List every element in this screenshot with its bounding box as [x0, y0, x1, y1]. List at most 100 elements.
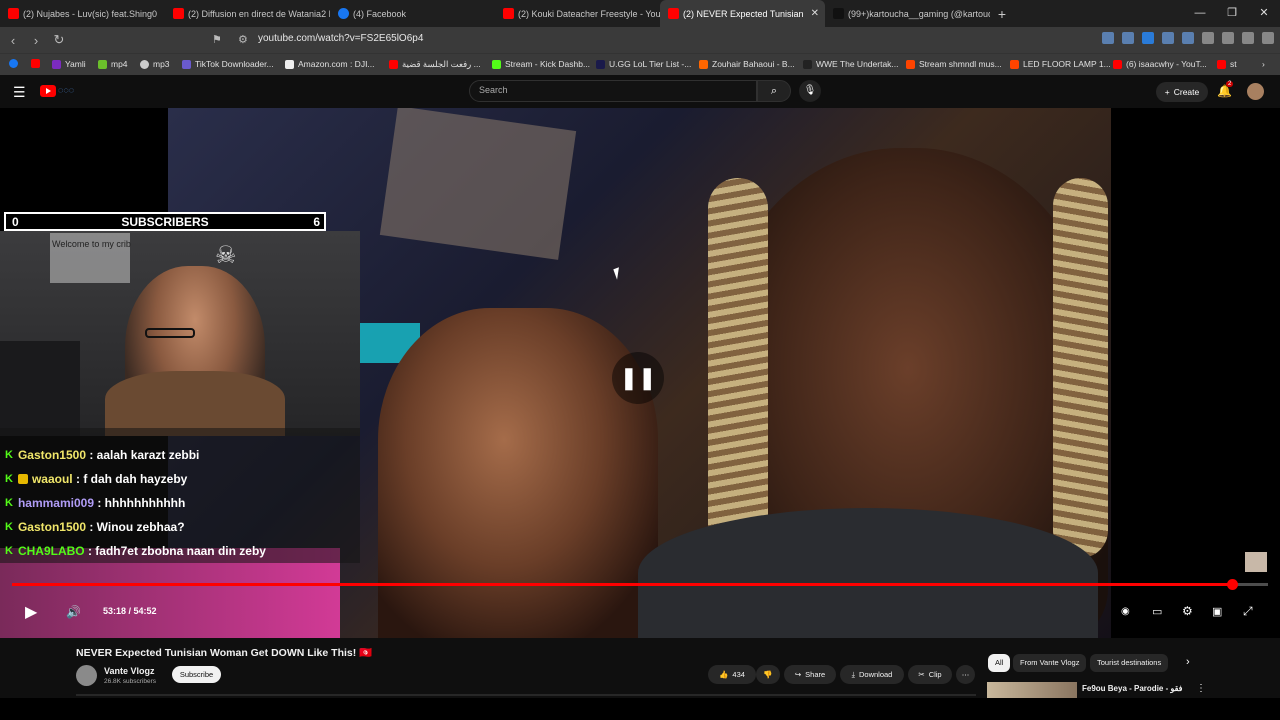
bookmark-mp4[interactable]: mp4 [98, 59, 128, 69]
tab-4-active[interactable]: (2) NEVER Expected Tunisian ✕ [660, 0, 825, 27]
bookmark-mp3[interactable]: mp3 [140, 59, 170, 69]
channel-avatar[interactable] [76, 665, 97, 686]
volume-icon[interactable]: 🔊 [66, 605, 81, 619]
music-icon[interactable] [1202, 32, 1214, 44]
tab-5[interactable]: (99+)kartoucha__gaming (@kartouch [825, 0, 990, 27]
extension-icon[interactable] [1182, 32, 1194, 44]
user-avatar[interactable] [1247, 83, 1264, 100]
youtube-logo[interactable]: ◌◌◌ [40, 85, 92, 97]
url-field[interactable]: youtube.com/watch?v=FS2E65lO6p4 [258, 33, 423, 44]
bookmark-ugg[interactable]: U.GG LoL Tier List -... [596, 59, 691, 69]
chips-next-icon[interactable]: › [1186, 656, 1190, 668]
orange-icon [699, 59, 708, 69]
skull-flag-icon: ☠ [215, 242, 237, 269]
clip-button[interactable]: ✂ Clip [908, 665, 952, 684]
bookmark-wwe[interactable]: WWE The Undertak... [803, 59, 899, 69]
yamli-icon [52, 59, 61, 69]
fullscreen-icon[interactable]: ⤢ [1243, 604, 1253, 619]
reload-icon[interactable]: ↻ [49, 32, 69, 48]
thumbs-up-icon: 👍 [719, 670, 729, 679]
bookmark-yamli[interactable]: Yamli [52, 59, 86, 69]
tab-3[interactable]: (2) Kouki Dateacher Freestyle - YouTu [495, 0, 660, 27]
extension-icon[interactable] [1142, 32, 1154, 44]
more-actions-button[interactable]: ⋯ [956, 665, 975, 684]
chip-tourist-destinations[interactable]: Tourist destinations [1090, 654, 1169, 672]
forward-icon[interactable]: › [26, 33, 46, 48]
mp3-icon [140, 59, 149, 69]
chip-from-channel[interactable]: From Vante Vlogz [1013, 654, 1087, 672]
close-tab-icon[interactable]: ✕ [811, 8, 819, 19]
back-icon[interactable]: ‹ [3, 33, 23, 48]
lamp-icon [1010, 59, 1019, 69]
tab-0[interactable]: (2) Nujabes - Luv(sic) feat.Shing0 [0, 0, 165, 27]
stream-chat-overlay: K Gaston1500 : aalah karazt zebbi Kwaaoul… [0, 428, 360, 563]
bookmark-amazon[interactable]: Amazon.com : DJI... [285, 59, 375, 69]
man-shirt [638, 508, 1098, 638]
create-button[interactable]: + Create [1156, 82, 1208, 102]
bookmark-facebook[interactable] [9, 59, 22, 68]
bookmark-kick[interactable]: Stream - Kick Dashb... [492, 59, 590, 69]
new-tab-button[interactable]: + [990, 6, 1014, 22]
progress-scrubber[interactable] [1227, 579, 1239, 590]
chat-message: Kwaaoul : f dah dah hayzeby [5, 472, 188, 486]
chip-all[interactable]: All [988, 654, 1011, 672]
extension-icon[interactable] [1102, 32, 1114, 44]
search-icon[interactable]: ⌕ [757, 80, 791, 102]
bookmark-zouhair[interactable]: Zouhair Bahaoui - B... [699, 59, 795, 69]
progress-bar[interactable] [12, 579, 1268, 590]
welcome-poster-text: Welcome to my crib [52, 239, 131, 249]
tab-2[interactable]: (4) Facebook [330, 0, 495, 27]
play-icon[interactable]: ▶ [25, 602, 37, 622]
bookmark-icon[interactable]: ⚑ [212, 33, 222, 46]
bookmark-arabic[interactable]: رفعت الجلسة قضية ... [389, 59, 481, 70]
hair-braids-right [1053, 178, 1108, 558]
bookmark-led-lamp[interactable]: LED FLOOR LAMP 1... [1010, 59, 1111, 69]
bookmark-stream[interactable]: Stream shmndl mus... [906, 59, 1002, 69]
bookmark-youtube[interactable] [31, 59, 44, 68]
video-player[interactable]: SUBSCRIBERS 0 6 Welcome to my crib ☠ K Ga… [0, 108, 1280, 638]
maximize-icon[interactable]: ❐ [1216, 0, 1248, 27]
bookmark-tiktok-downloader[interactable]: TikTok Downloader... [182, 59, 274, 69]
pause-indicator-icon[interactable]: ❚❚ [612, 352, 664, 404]
channel-name[interactable]: Vante Vlogz [104, 666, 155, 676]
microphone-icon[interactable]: 🎙 [799, 80, 821, 102]
recommended-title[interactable]: Fe9ou Beya - Parodie - فقو [1082, 684, 1182, 693]
download-button[interactable]: ⤓ Download [840, 665, 904, 684]
menu-icon[interactable] [1262, 32, 1274, 44]
site-info-icon[interactable]: ⚙ [238, 33, 248, 46]
subscriber-goal-label: SUBSCRIBERS [121, 215, 209, 229]
wallet-icon[interactable] [1242, 32, 1254, 44]
youtube-favicon-icon [173, 8, 184, 19]
close-window-icon[interactable]: ✕ [1248, 0, 1280, 27]
sidebar-icon[interactable] [1222, 32, 1234, 44]
minimize-icon[interactable]: — [1184, 0, 1216, 27]
subtitles-icon[interactable]: ▭ [1152, 605, 1162, 618]
kick-badge-icon: K [5, 521, 13, 533]
tiktok-favicon-icon [833, 8, 844, 19]
autoplay-toggle-icon[interactable]: ◉ [1121, 606, 1130, 617]
bookmarks-overflow-icon[interactable]: › [1262, 59, 1265, 69]
ugg-icon [596, 59, 605, 69]
youtube-icon [1113, 59, 1122, 69]
subscriber-goal-start: 0 [12, 215, 19, 229]
youtube-favicon-icon [668, 8, 679, 19]
bookmark-st[interactable]: st [1217, 59, 1237, 69]
like-button[interactable]: 👍 434 [708, 665, 756, 684]
dislike-button[interactable]: 👎 [756, 665, 780, 684]
share-button[interactable]: ↪ Share [784, 665, 836, 684]
hamburger-menu-icon[interactable]: ☰ [13, 84, 26, 101]
kick-badge-icon: K [5, 473, 13, 485]
settings-gear-icon[interactable]: ⚙ [1182, 604, 1193, 618]
kick-icon [492, 59, 501, 69]
logo-doodle: ◌◌◌ [58, 85, 75, 95]
search-input[interactable]: Search [469, 80, 757, 102]
tab-1[interactable]: (2) Diffusion en direct de Watania2 R [165, 0, 330, 27]
recommended-more-icon[interactable]: ⋮ [1196, 683, 1206, 694]
plus-icon: + [1164, 87, 1170, 97]
subscribe-button[interactable]: Subscribe [172, 666, 221, 683]
end-screen-thumbnail[interactable] [1245, 552, 1267, 572]
miniplayer-icon[interactable]: ▣ [1212, 605, 1222, 618]
extension-icon[interactable] [1162, 32, 1174, 44]
bookmark-isaacwhy[interactable]: (6) isaacwhy - YouT... [1113, 59, 1207, 69]
extension-icon[interactable] [1122, 32, 1134, 44]
